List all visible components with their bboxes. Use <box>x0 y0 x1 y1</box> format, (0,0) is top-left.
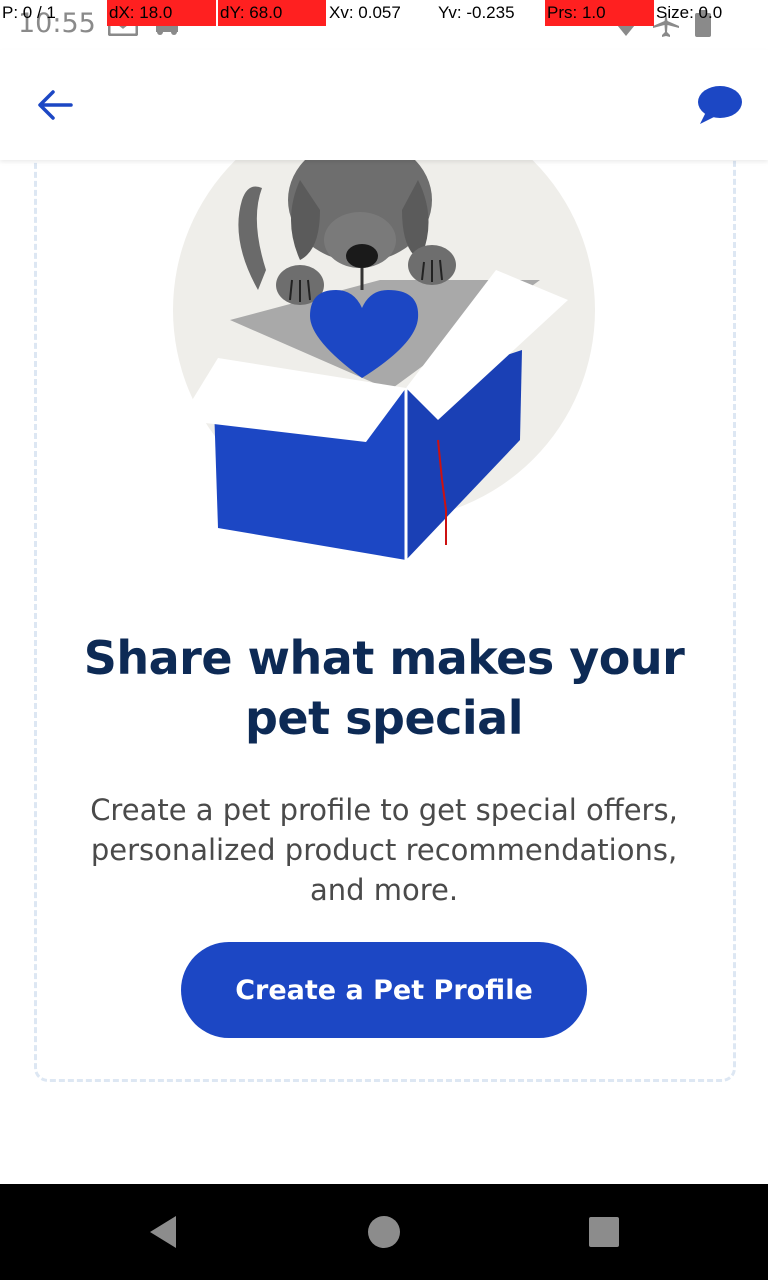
dog-in-gift-box-illustration <box>173 160 595 560</box>
back-button[interactable] <box>30 82 80 128</box>
pointer-size: Size: 0.0 <box>656 3 723 22</box>
status-bar: 10:55 P: 0 / 1 dX: 18.0 dY: 68.0 Xv: 0.0… <box>0 0 768 50</box>
page-headline: Share what makes your pet special <box>83 631 685 745</box>
pointer-pressure: Prs: 1.0 <box>545 0 654 26</box>
main-content: Share what makes your pet special Create… <box>0 160 768 1184</box>
pointer-dx: dX: 18.0 <box>107 0 216 26</box>
chat-button[interactable] <box>690 80 750 130</box>
nav-back-icon[interactable] <box>144 1212 184 1252</box>
pointer-yv: Yv: -0.235 <box>438 3 515 22</box>
nav-home-icon[interactable] <box>364 1212 404 1252</box>
pointer-xv: Xv: 0.057 <box>329 3 401 22</box>
pointer-location-overlay: P: 0 / 1 dX: 18.0 dY: 68.0 Xv: 0.057 Yv:… <box>0 0 768 26</box>
arrow-left-icon <box>38 90 73 120</box>
nav-recents-icon[interactable] <box>584 1212 624 1252</box>
system-navigation-bar <box>0 1184 768 1280</box>
pointer-count: P: 0 / 1 <box>2 3 56 22</box>
page-description: Create a pet profile to get special offe… <box>90 793 678 907</box>
create-pet-profile-button[interactable]: Create a Pet Profile <box>181 942 587 1038</box>
chat-bubble-icon <box>698 86 742 124</box>
app-bar <box>0 50 768 160</box>
pointer-dy: dY: 68.0 <box>218 0 326 26</box>
